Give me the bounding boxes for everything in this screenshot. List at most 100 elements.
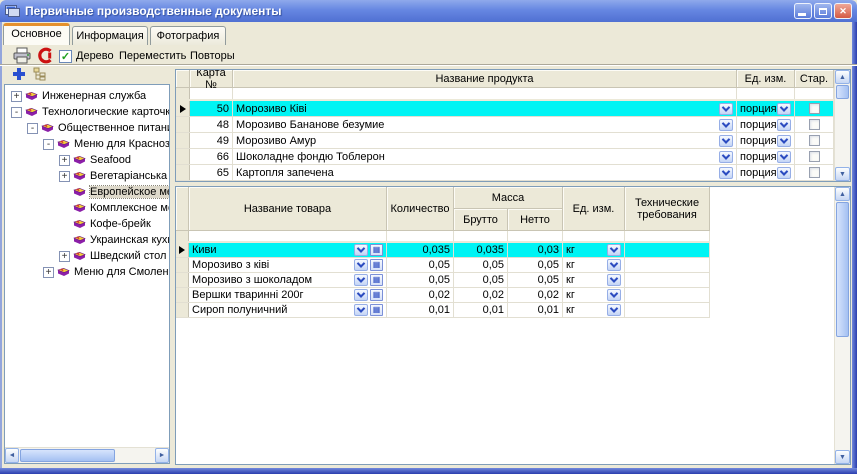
filter-row[interactable] [176,231,710,243]
unit-cell[interactable]: кг [563,288,625,302]
column-header-tech[interactable]: Технические требования [625,187,710,231]
gross-cell[interactable]: 0,05 [454,258,508,272]
old-flag-cell[interactable] [795,149,834,164]
close-button[interactable]: ✕ [834,3,852,19]
old-checkbox[interactable] [809,167,820,178]
tree-item[interactable]: +Меню для Смоленскоі [5,264,169,280]
editor-button[interactable]: ▦ [370,259,383,271]
card-no-cell[interactable]: 49 [190,133,233,148]
old-flag-cell[interactable] [795,165,834,180]
quantity-cell[interactable]: 0,05 [387,258,454,272]
column-header-unit[interactable]: Ед. изм. [563,187,625,231]
tree-item[interactable]: +Вегетаріанська ку [5,168,169,184]
filter-cell[interactable] [795,88,834,99]
unit-cell[interactable]: кг [563,258,625,272]
filter-cell[interactable] [737,88,795,99]
card-no-cell[interactable]: 65 [190,165,233,180]
dropdown-button[interactable] [719,151,733,163]
repeats-button[interactable]: Повторы [190,48,235,64]
column-header-mass[interactable]: Масса [454,187,563,209]
dropdown-button[interactable] [607,244,621,256]
product-name-cell[interactable]: Шоколадне фондю Тоблерон [233,149,737,164]
dropdown-button[interactable] [719,119,733,131]
card-no-cell[interactable]: 48 [190,117,233,132]
editor-button[interactable]: ▦ [370,289,383,301]
column-header-unit[interactable]: Ед. изм. [737,70,795,88]
dropdown-button[interactable] [777,167,791,179]
hierarchy-button[interactable] [33,67,48,81]
scroll-up-button[interactable]: ▲ [835,187,850,201]
product-row[interactable]: 48 Морозиво Бананове безумие порция [176,117,850,133]
scrollbar-thumb[interactable] [836,85,849,99]
dropdown-button[interactable] [719,103,733,115]
tech-requirements-cell[interactable] [625,243,710,257]
dropdown-button[interactable] [607,289,621,301]
unit-cell[interactable]: кг [563,273,625,287]
column-header-net[interactable]: Нетто [508,209,563,231]
tab-informaciya[interactable]: Информация [72,26,148,45]
ingredient-row[interactable]: Киви▦ 0,035 0,035 0,03 кг [176,243,710,258]
net-cell[interactable]: 0,02 [508,288,563,302]
add-node-button[interactable] [12,67,26,81]
minimize-button[interactable] [794,3,812,19]
ingredients-vertical-scrollbar[interactable]: ▲ ▼ [834,187,850,464]
product-name-cell[interactable]: Картопля запечена [233,165,737,180]
filter-cell[interactable] [454,231,508,241]
old-flag-cell[interactable] [795,117,834,132]
product-row[interactable]: 65 Картопля запечена порция [176,165,850,181]
tree-checkbox[interactable]: ✓ [59,50,72,63]
quantity-cell[interactable]: 0,01 [387,303,454,317]
card-no-cell[interactable]: 50 [190,101,233,116]
unit-cell[interactable]: порция [737,101,795,116]
tab-fotografiya[interactable]: Фотография [150,26,226,45]
tree-item[interactable]: Комплексное мен [5,200,169,216]
quantity-cell[interactable]: 0,035 [387,243,454,257]
tree-item[interactable]: +Инженерная служба [5,88,169,104]
dropdown-button[interactable] [354,274,368,286]
unit-cell[interactable]: кг [563,243,625,257]
ingredient-row[interactable]: Вершки тваринні 200г▦ 0,02 0,02 0,02 кг [176,288,710,303]
column-header-gross[interactable]: Брутто [454,209,508,231]
old-checkbox[interactable] [809,151,820,162]
old-checkbox[interactable] [809,135,820,146]
tree-item[interactable]: +Seafood [5,152,169,168]
dropdown-button[interactable] [607,304,621,316]
tech-requirements-cell[interactable] [625,303,710,317]
item-name-cell[interactable]: Вершки тваринні 200г▦ [189,288,387,302]
tree-item[interactable]: -Технологические карточки [5,104,169,120]
dropdown-button[interactable] [777,103,791,115]
expand-toggle-icon[interactable]: - [11,107,22,118]
unit-cell[interactable]: порция [737,117,795,132]
column-header-item-name[interactable]: Название товара [189,187,387,231]
scroll-up-button[interactable]: ▲ [835,70,850,84]
filter-cell[interactable] [189,231,387,241]
old-flag-cell[interactable] [795,101,834,116]
tree-item[interactable]: -Общественное питание [5,120,169,136]
dropdown-button[interactable] [719,135,733,147]
tech-requirements-cell[interactable] [625,288,710,302]
item-name-cell[interactable]: Морозиво з шоколадом▦ [189,273,387,287]
filter-cell[interactable] [625,231,710,241]
old-checkbox[interactable] [809,119,820,130]
unit-cell[interactable]: порция [737,165,795,180]
dropdown-button[interactable] [354,244,368,256]
filter-cell[interactable] [190,88,233,99]
item-name-cell[interactable]: Киви▦ [189,243,387,257]
product-name-cell[interactable]: Морозиво Ківі [233,101,737,116]
item-name-cell[interactable]: Сироп полуничний▦ [189,303,387,317]
dropdown-button[interactable] [777,135,791,147]
dropdown-button[interactable] [354,259,368,271]
dropdown-button[interactable] [354,289,368,301]
unit-cell[interactable]: порция [737,133,795,148]
product-name-cell[interactable]: Морозиво Амур [233,133,737,148]
gross-cell[interactable]: 0,02 [454,288,508,302]
gross-cell[interactable]: 0,05 [454,273,508,287]
column-header-product-name[interactable]: Название продукта [233,70,737,88]
old-checkbox[interactable] [809,103,820,114]
expand-toggle-icon[interactable]: + [43,267,54,278]
filter-cell[interactable] [233,88,737,99]
tab-osnovnoe[interactable]: Основное [3,23,70,45]
tree-item[interactable]: +Шведский стол [5,248,169,264]
column-header-quantity[interactable]: Количество [387,187,454,231]
dropdown-button[interactable] [354,304,368,316]
